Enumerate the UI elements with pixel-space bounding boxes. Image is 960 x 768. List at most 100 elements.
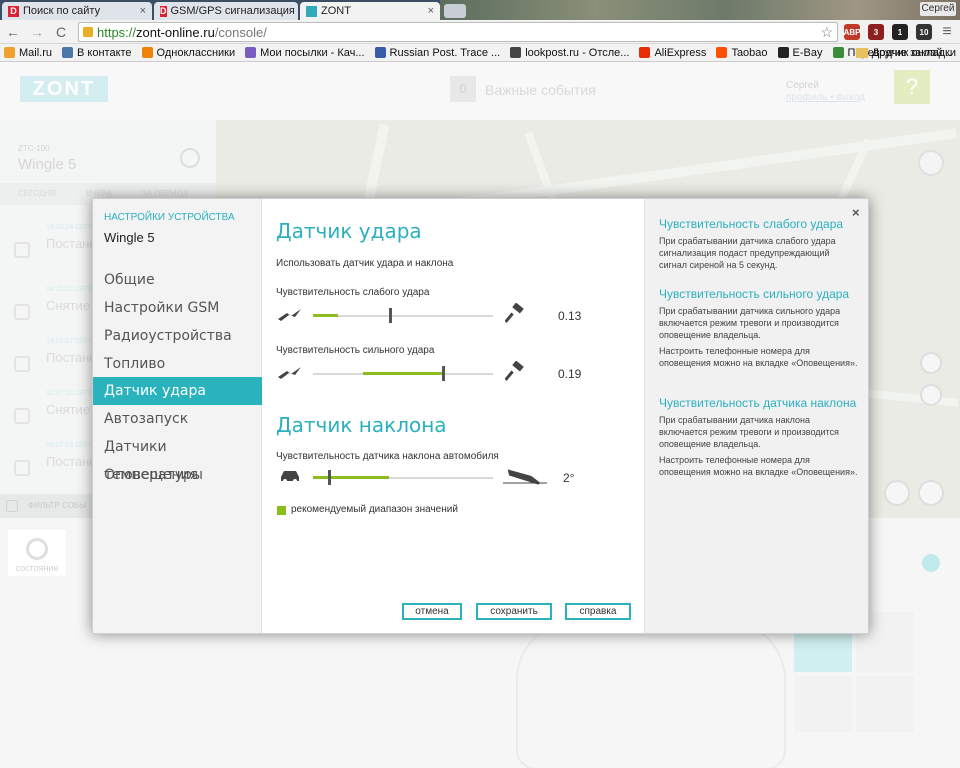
parcel-icon — [245, 47, 257, 58]
help-title-tilt: Чувствительность датчика наклона — [659, 396, 857, 410]
adblock-icon[interactable]: ABP — [844, 24, 860, 40]
desktop-background — [440, 0, 960, 20]
back-icon[interactable]: ← — [4, 23, 22, 41]
recommended-range-bar — [363, 372, 443, 375]
bookmark-label: Mail.ru — [19, 46, 53, 59]
mailru-icon — [4, 47, 15, 58]
help-panel: × Чувствительность слабого удара При сра… — [644, 199, 868, 633]
browser-tab-search[interactable]: D Поиск по сайту × — [2, 2, 152, 20]
legend-label: рекомендуемый диапазон значений — [291, 504, 458, 515]
reload-icon[interactable]: C — [52, 23, 70, 41]
address-bar-row: ← → C https://zont-online.ru/console/ ☆ … — [0, 20, 960, 44]
menu-item-shock-sensor[interactable]: Датчик удара — [93, 377, 262, 405]
help-text: При срабатывании датчика сильного удара … — [659, 306, 841, 340]
help-text: При срабатывании датчика слабого удара с… — [659, 236, 836, 270]
menu-item-gsm[interactable]: Настройки GSM — [93, 294, 262, 322]
russian-post-icon — [374, 47, 386, 58]
menu-item-general[interactable]: Общие — [93, 266, 262, 294]
menu-item-fuel[interactable]: Топливо — [93, 350, 262, 378]
bookmark-lookpost[interactable]: lookpost.ru - Отсле... — [510, 47, 629, 59]
url-scheme: https:// — [97, 24, 137, 40]
weak-shock-icon — [278, 309, 301, 321]
translator-icon — [832, 47, 844, 58]
slider-handle[interactable] — [389, 308, 393, 323]
close-tab-icon[interactable]: × — [134, 5, 146, 17]
browser-tab-zont[interactable]: ZONT × — [300, 2, 440, 20]
strong-shock-value: 0.19 — [558, 367, 582, 381]
bookmark-label: Одноклассники — [156, 46, 236, 59]
settings-device-name: Wingle 5 — [104, 230, 155, 245]
use-sensor-label[interactable]: Использовать датчик удара и наклона — [276, 258, 453, 269]
weak-shock-slider[interactable] — [313, 308, 493, 323]
other-bookmarks[interactable]: Другие закладки — [855, 47, 956, 59]
bookmark-label: Мои посылки - Кач... — [260, 46, 365, 59]
help-text: Настроить телефонные номера для оповещен… — [659, 346, 858, 368]
slider-handle[interactable] — [328, 470, 332, 485]
tilt-sensor-heading: Датчик наклона — [276, 413, 447, 437]
help-text: Настроить телефонные номера для оповещен… — [659, 455, 858, 477]
linkedin-ext-icon[interactable]: 10 — [916, 24, 932, 40]
close-tab-icon[interactable]: × — [422, 5, 434, 17]
taobao-icon — [716, 47, 728, 58]
tilt-slider[interactable] — [313, 470, 493, 485]
strong-shock-icon — [278, 367, 301, 379]
recommended-range-bar — [313, 476, 389, 479]
strong-shock-slider[interactable] — [313, 366, 493, 381]
odnoklassniki-icon — [141, 47, 153, 58]
bookmark-vk[interactable]: В контакте — [62, 47, 132, 59]
settings-sidebar: НАСТРОЙКИ УСТРОЙСТВА Wingle 5 Общие Наст… — [93, 199, 262, 633]
settings-section-title: НАСТРОЙКИ УСТРОЙСТВА — [104, 212, 235, 223]
tilt-sensitivity-label: Чувствительность датчика наклона автомоб… — [276, 451, 499, 462]
close-tab-icon[interactable]: × — [295, 5, 298, 17]
help-text: При срабатывании датчика наклона включае… — [659, 415, 839, 449]
aliexpress-icon — [639, 47, 651, 58]
hammer-icon — [505, 303, 524, 323]
bookmark-mailru[interactable]: Mail.ru — [4, 47, 52, 59]
url-input[interactable]: https://zont-online.ru/console/ ☆ — [78, 22, 838, 42]
site-favicon: D — [8, 5, 19, 17]
zont-favicon — [306, 5, 317, 17]
legend-swatch — [277, 506, 286, 515]
menu-item-radio[interactable]: Радиоустройства — [93, 322, 262, 350]
new-tab-button[interactable] — [444, 4, 466, 18]
bookmark-taobao[interactable]: Taobao — [716, 46, 768, 59]
ublock-icon[interactable]: 3 — [868, 24, 884, 40]
weak-shock-label: Чувствительность слабого удара — [276, 287, 430, 298]
bookmarks-bar: Mail.ru В контакте Одноклассники Мои пос… — [0, 44, 960, 62]
bookmark-parcels[interactable]: Мои посылки - Кач... — [245, 46, 365, 59]
mail-ext-icon[interactable]: 1 — [892, 24, 908, 40]
shock-settings-panel: Датчик удара Использовать датчик удара и… — [263, 199, 644, 633]
lookpost-icon — [510, 47, 522, 58]
bookmark-aliexpress[interactable]: AliExpress — [639, 47, 706, 59]
forward-icon[interactable]: → — [28, 23, 46, 41]
bookmark-label: В контакте — [77, 46, 132, 59]
ebay-icon — [777, 47, 789, 58]
strong-shock-label: Чувствительность сильного удара — [276, 345, 435, 356]
cancel-button[interactable]: отмена — [402, 603, 462, 620]
bookmark-label: Taobao — [731, 46, 768, 59]
close-icon[interactable]: × — [852, 205, 860, 220]
bookmark-ok[interactable]: Одноклассники — [141, 46, 236, 59]
site-favicon: D — [160, 5, 167, 17]
menu-item-autostart[interactable]: Автозапуск — [93, 405, 262, 433]
bookmark-label: Russian Post. Trace ... — [389, 46, 501, 59]
url-host: zont-online.ru — [136, 24, 215, 40]
slider-handle[interactable] — [441, 366, 445, 381]
bookmark-label: AliExpress — [654, 46, 707, 59]
save-button[interactable]: сохранить — [476, 603, 552, 620]
bookmark-russianpost[interactable]: Russian Post. Trace ... — [374, 46, 501, 59]
browser-tab-gsm[interactable]: D GSM/GPS сигнализация × — [154, 2, 298, 20]
help-title-strong: Чувствительность сильного удара — [659, 287, 850, 301]
help-button-dialog[interactable]: справка — [565, 603, 631, 620]
bookmark-ebay[interactable]: E-Bay — [777, 47, 823, 59]
bookmark-star-icon[interactable]: ☆ — [820, 24, 833, 41]
menu-item-notifications[interactable]: Оповещения — [93, 461, 262, 489]
browser-menu-icon[interactable]: ≡ — [938, 23, 956, 41]
menu-item-temp-sensors[interactable]: Датчики температуры — [93, 433, 262, 483]
tab-title: ZONT — [321, 5, 351, 17]
tab-title: Поиск по сайту — [23, 5, 101, 17]
hammer-icon — [505, 361, 524, 381]
url-path: /console/ — [214, 24, 267, 40]
browser-user-chip[interactable]: Сергей — [920, 2, 956, 16]
tilt-value: 2° — [563, 471, 575, 485]
